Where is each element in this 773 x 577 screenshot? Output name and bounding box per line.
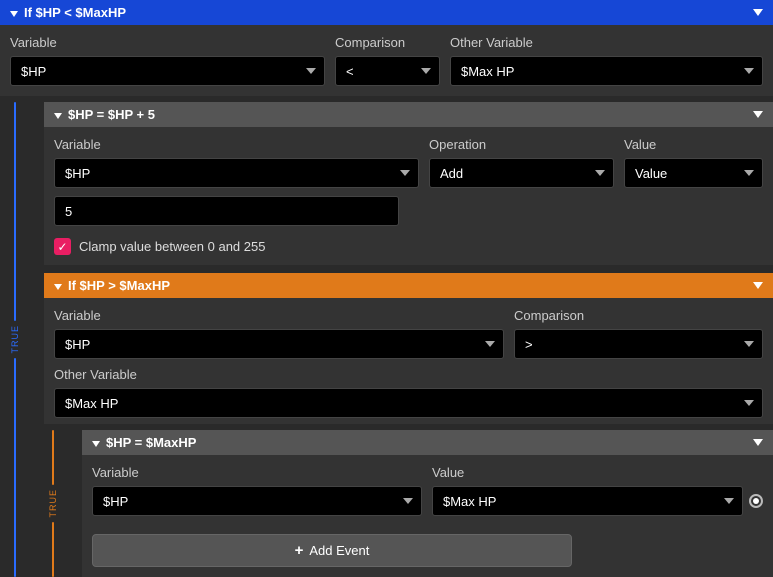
chevron-down-icon [724,498,734,504]
chevron-down-icon [744,68,754,74]
value-radio[interactable] [749,494,763,508]
comparison-select[interactable]: > [514,329,763,359]
variable-select[interactable]: $HP [54,329,504,359]
variable-label: Variable [54,308,504,323]
true-branch: TRUE $HP = $HP + 5 Variable $HP [0,96,773,577]
clamp-checkbox[interactable]: ✓ [54,238,71,255]
operation-label: Operation [429,137,614,152]
true-rail: TRUE [10,102,24,577]
caret-down-icon [753,282,763,289]
if-block-header[interactable]: If $HP < $MaxHP [0,0,773,25]
inner-true-branch: TRUE $HP = $MaxHP Variable [44,424,773,577]
comparison-label: Comparison [514,308,763,323]
other-variable-label: Other Variable [450,35,763,50]
variable-select[interactable]: $HP [10,56,325,86]
outer-body: Variable $HP Comparison < Other Variable… [0,25,773,96]
other-variable-select[interactable]: $Max HP [54,388,763,418]
caret-down-icon [753,111,763,118]
assign2-header[interactable]: $HP = $MaxHP [82,430,773,455]
operation-select[interactable]: Add [429,158,614,188]
inner-if-header[interactable]: If $HP > $MaxHP [44,273,773,298]
caret-down-icon [753,9,763,16]
assign-title: $HP = $HP + 5 [68,107,155,122]
chevron-down-icon [306,68,316,74]
variable-select[interactable]: $HP [54,158,419,188]
variable-label: Variable [92,465,422,480]
chevron-down-icon [403,498,413,504]
caret-down-icon [54,284,62,290]
assign2-body: Variable $HP Value [82,455,773,526]
comparison-select[interactable]: < [335,56,440,86]
chevron-down-icon [421,68,431,74]
chevron-down-icon [400,170,410,176]
other-variable-select[interactable]: $Max HP [450,56,763,86]
inner-if-body: Variable $HP Comparison > [44,298,773,424]
other-variable-label: Other Variable [54,367,763,382]
caret-down-icon [753,439,763,446]
caret-down-icon [54,113,62,119]
assign2-title: $HP = $MaxHP [106,435,196,450]
variable-label: Variable [10,35,325,50]
chevron-down-icon [744,400,754,406]
value-input[interactable]: 5 [54,196,399,226]
assign-block-header[interactable]: $HP = $HP + 5 [44,102,773,127]
value-label: Value [432,465,763,480]
true-label: TRUE [10,323,20,356]
chevron-down-icon [595,170,605,176]
value-select[interactable]: $Max HP [432,486,743,516]
comparison-label: Comparison [335,35,440,50]
caret-down-icon [10,11,18,17]
plus-icon: + [295,543,304,558]
value-label: Value [624,137,763,152]
value-type-select[interactable]: Value [624,158,763,188]
add-event-button[interactable]: + Add Event [92,534,572,567]
inner-if-title: If $HP > $MaxHP [68,278,170,293]
variable-label: Variable [54,137,419,152]
chevron-down-icon [744,341,754,347]
clamp-label: Clamp value between 0 and 255 [79,239,265,254]
true-label: TRUE [48,487,58,520]
add-event-label: Add Event [309,543,369,558]
variable-select[interactable]: $HP [92,486,422,516]
if-title: If $HP < $MaxHP [24,5,126,20]
inner-true-rail: TRUE [48,430,62,577]
caret-down-icon [92,441,100,447]
chevron-down-icon [485,341,495,347]
assign-body: Variable $HP Operation Add [44,127,773,265]
chevron-down-icon [744,170,754,176]
